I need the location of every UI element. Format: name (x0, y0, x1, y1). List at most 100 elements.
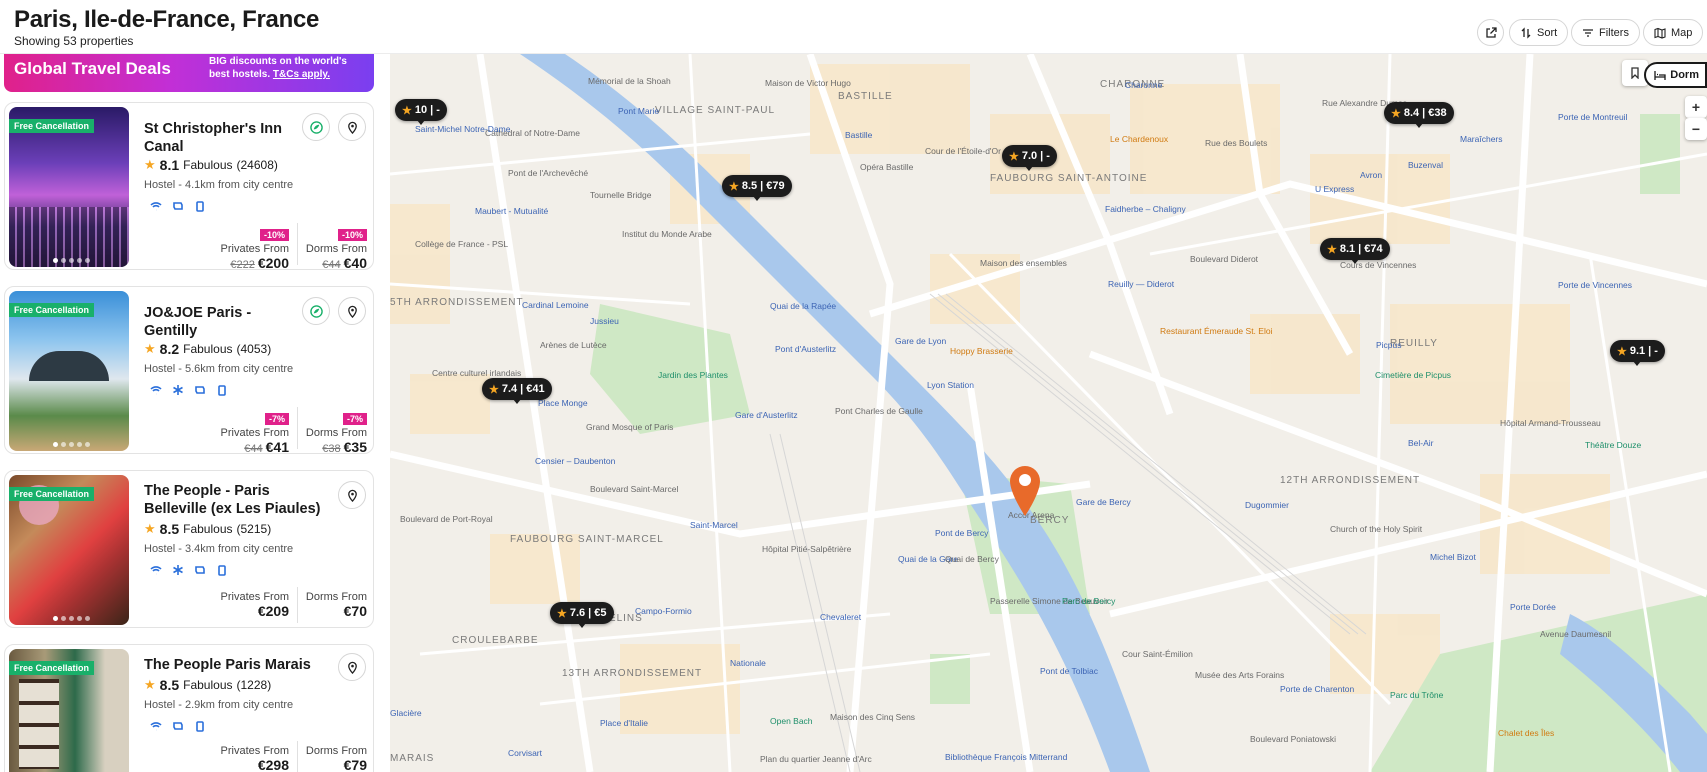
privates-label: Privates From (220, 427, 289, 439)
property-name[interactable]: The People - Paris Belleville (ex Les Pi… (144, 482, 324, 518)
map-price-pin[interactable]: ★ 10 | - (395, 99, 447, 125)
map-place-label: Pont Charles de Gaulle (835, 406, 923, 416)
show-on-map-button[interactable] (338, 653, 366, 681)
map-place-label: Centre culturel irlandais (432, 368, 522, 378)
property-photo[interactable]: Free Cancellation (9, 649, 129, 772)
map-area-label: FAUBOURG SAINT-MARCEL (510, 534, 664, 545)
discount-badge: -7% (342, 413, 367, 425)
map-place-label: Pont de Bercy (935, 528, 989, 538)
show-on-map-button[interactable] (338, 481, 366, 509)
map-view[interactable]: BASTILLE VILLAGE SAINT-PAUL FAUBOURG SAI… (390, 54, 1707, 772)
privates-price: €209 (257, 603, 289, 619)
map-price-pin[interactable]: ★ 8.4 | €38 (1384, 102, 1454, 128)
property-rating: ★ 8.5 Fabulous (1228) (144, 677, 271, 693)
map-place-label: Saint-Michel Notre-Dame (415, 124, 511, 134)
sustainability-button[interactable] (302, 113, 330, 141)
map-place-label: Pont de l'Archevêché (508, 168, 589, 178)
property-name[interactable]: JO&JOE Paris - Gentilly (144, 304, 294, 340)
map-place-label: Chevaleret (820, 612, 862, 622)
privates-price: €298 (257, 757, 289, 772)
dorms-price-box: -7% Dorms From €38 €35 (301, 409, 367, 457)
property-card[interactable]: Free Cancellation JO&JOE Paris - Gentill… (4, 286, 374, 457)
rating-word: Fabulous (183, 678, 233, 692)
terms-link[interactable]: T&Cs apply. (273, 69, 330, 80)
zoom-in-button[interactable]: + (1685, 96, 1707, 118)
photo-carousel-dots[interactable] (53, 258, 90, 263)
map-place-label: Jardin des Plantes (658, 370, 728, 380)
property-photo[interactable]: Free Cancellation (9, 107, 129, 267)
zoom-out-button[interactable]: − (1685, 118, 1707, 140)
review-count: (5215) (236, 522, 272, 536)
map-place-label: Nationale (730, 658, 766, 668)
wifi-icon (150, 722, 162, 731)
sustainability-button[interactable] (302, 297, 330, 325)
map-place-label: Quai de la Rapée (770, 301, 837, 311)
pin-price: €41 (526, 383, 545, 395)
map-place-label: Michel Bizot (1430, 552, 1476, 562)
map-price-pin[interactable]: ★ 8.1 | €74 (1320, 238, 1390, 264)
star-icon: ★ (1391, 107, 1401, 120)
show-on-map-button[interactable] (338, 113, 366, 141)
privates-price-box: -7% Privates From €44 €41 (215, 409, 289, 457)
dorm-toggle[interactable]: Dorm (1644, 62, 1707, 88)
photo-carousel-dots[interactable] (53, 442, 90, 447)
star-icon: ★ (144, 521, 156, 536)
map-price-pin[interactable]: ★ 7.0 | - (1002, 145, 1057, 171)
amenities (150, 720, 206, 732)
map-place-label: Quai de Bercy (945, 554, 999, 564)
photo-carousel-dots[interactable] (53, 616, 90, 621)
dorms-price: €70 (343, 603, 367, 619)
map-place-label: Porte Dorée (1510, 602, 1556, 612)
property-rating: ★ 8.1 Fabulous (24608) (144, 157, 278, 173)
map-button[interactable]: Map (1643, 19, 1704, 46)
dorms-label: Dorms From (305, 591, 367, 603)
property-name[interactable]: St Christopher's Inn Canal (144, 120, 294, 156)
property-card[interactable]: Free Cancellation The People Paris Marai… (4, 644, 374, 772)
map-place-label: Boulevard Poniatowski (1250, 734, 1336, 744)
map-place-label: Charonne (1125, 80, 1163, 90)
rating-score: 8.1 (159, 157, 180, 173)
privates-price: €200 (257, 255, 289, 271)
free-cancellation-badge: Free Cancellation (9, 119, 95, 133)
map-place-label: Pont d'Austerlitz (775, 344, 837, 354)
map-price-pin[interactable]: ★ 7.4 | €41 (482, 378, 552, 404)
property-card[interactable]: Free Cancellation The People - Paris Bel… (4, 470, 374, 628)
results-count: Showing 53 properties (14, 34, 134, 48)
filters-button[interactable]: Filters (1571, 19, 1640, 46)
map-place-label: Avenue Daumesnil (1540, 629, 1612, 639)
property-photo[interactable]: Free Cancellation (9, 475, 129, 625)
map-place-label: Opéra Bastille (860, 162, 914, 172)
map-price-pin[interactable]: ★ 7.6 | €5 (550, 602, 614, 628)
map-place-label: Hôpital Armand-Trousseau (1500, 418, 1601, 428)
map-place-label: Le Chardenoux (1110, 134, 1169, 144)
map-place-label: Cardinal Lemoine (522, 300, 589, 310)
map-place-label: Saint-Marcel (690, 520, 738, 530)
map-area-label: VILLAGE SAINT-PAUL (655, 105, 776, 116)
amenities (150, 200, 206, 212)
pin-score: 7.6 (569, 607, 586, 619)
map-price-pin[interactable]: ★ 8.5 | €79 (722, 175, 792, 201)
map-place-label: Maison de Victor Hugo (765, 78, 851, 88)
map-place-label: Corvisart (508, 748, 543, 758)
map-place-label: Maison des Cinq Sens (830, 712, 916, 722)
map-place-label: Jussieu (590, 316, 619, 326)
property-card[interactable]: Free Cancellation St Christopher's Inn C… (4, 102, 374, 271)
property-name[interactable]: The People Paris Marais (144, 656, 344, 674)
star-icon: ★ (729, 180, 739, 193)
map-place-label: Hoppy Brasserie (950, 346, 1013, 356)
show-on-map-button[interactable] (338, 297, 366, 325)
property-photo[interactable]: Free Cancellation (9, 291, 129, 451)
dorms-label: Dorms From (305, 427, 367, 439)
map-place-label: Musée des Arts Forains (1195, 670, 1285, 680)
wifi-icon (150, 386, 162, 395)
sort-button[interactable]: Sort (1509, 19, 1569, 46)
share-button[interactable] (1477, 19, 1504, 46)
map-place-label: Chalet des Îles (1498, 728, 1555, 738)
map-price-pin[interactable]: ★ 9.1 | - (1610, 340, 1665, 366)
selected-location-marker[interactable] (1008, 464, 1042, 518)
map-area-label: FAUBOURG SAINT-ANTOINE (990, 173, 1148, 184)
deals-banner[interactable]: Global Travel Deals BIG discounts on the… (4, 54, 374, 92)
rating-word: Fabulous (183, 158, 233, 172)
map-place-label: Rue des Boulets (1205, 138, 1268, 148)
review-count: (24608) (236, 158, 278, 172)
